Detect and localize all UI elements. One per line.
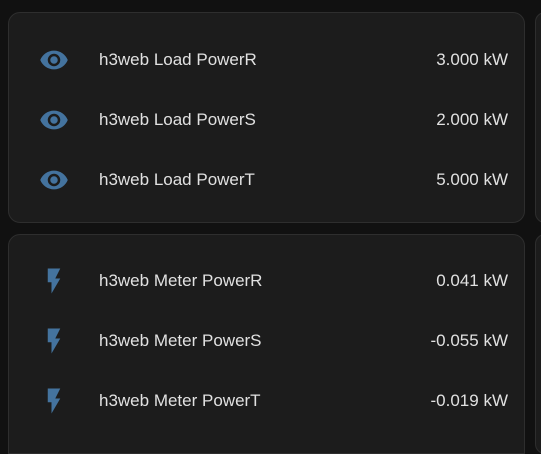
eye-icon <box>39 165 69 195</box>
flash-icon <box>39 266 69 296</box>
entity-name: h3web Load PowerS <box>99 110 256 129</box>
entity-value: 5.000 kW <box>436 170 508 189</box>
flash-icon <box>39 326 69 356</box>
entity-row-meter-power-r[interactable]: h3web Meter PowerR 0.041 kW <box>9 251 526 311</box>
load-power-card: h3web Load PowerR 3.000 kW h3web Load Po… <box>8 12 525 223</box>
entity-row-meter-power-t[interactable]: h3web Meter PowerT -0.019 kW <box>9 371 526 431</box>
entity-row-load-power-s[interactable]: h3web Load PowerS 2.000 kW <box>9 90 526 150</box>
flash-icon <box>39 386 69 416</box>
eye-icon <box>39 45 69 75</box>
entity-row-load-power-t[interactable]: h3web Load PowerT 5.000 kW <box>9 150 526 210</box>
entity-value: -0.019 kW <box>430 391 508 410</box>
entity-name: h3web Load PowerR <box>99 50 257 69</box>
entity-name: h3web Load PowerT <box>99 170 255 189</box>
adjacent-card-top <box>535 12 541 223</box>
entity-name: h3web Meter PowerS <box>99 331 262 350</box>
entity-value: 2.000 kW <box>436 110 508 129</box>
eye-icon <box>39 105 69 135</box>
entity-row-meter-power-s[interactable]: h3web Meter PowerS -0.055 kW <box>9 311 526 371</box>
entity-name: h3web Meter PowerT <box>99 391 261 410</box>
entity-row-load-power-r[interactable]: h3web Load PowerR 3.000 kW <box>9 30 526 90</box>
entity-value: 3.000 kW <box>436 50 508 69</box>
entity-value: -0.055 kW <box>430 331 508 350</box>
entity-value: 0.041 kW <box>436 271 508 290</box>
entity-name: h3web Meter PowerR <box>99 271 263 290</box>
adjacent-card-bottom <box>535 234 541 454</box>
meter-power-card: h3web Meter PowerR 0.041 kW h3web Meter … <box>8 234 525 454</box>
